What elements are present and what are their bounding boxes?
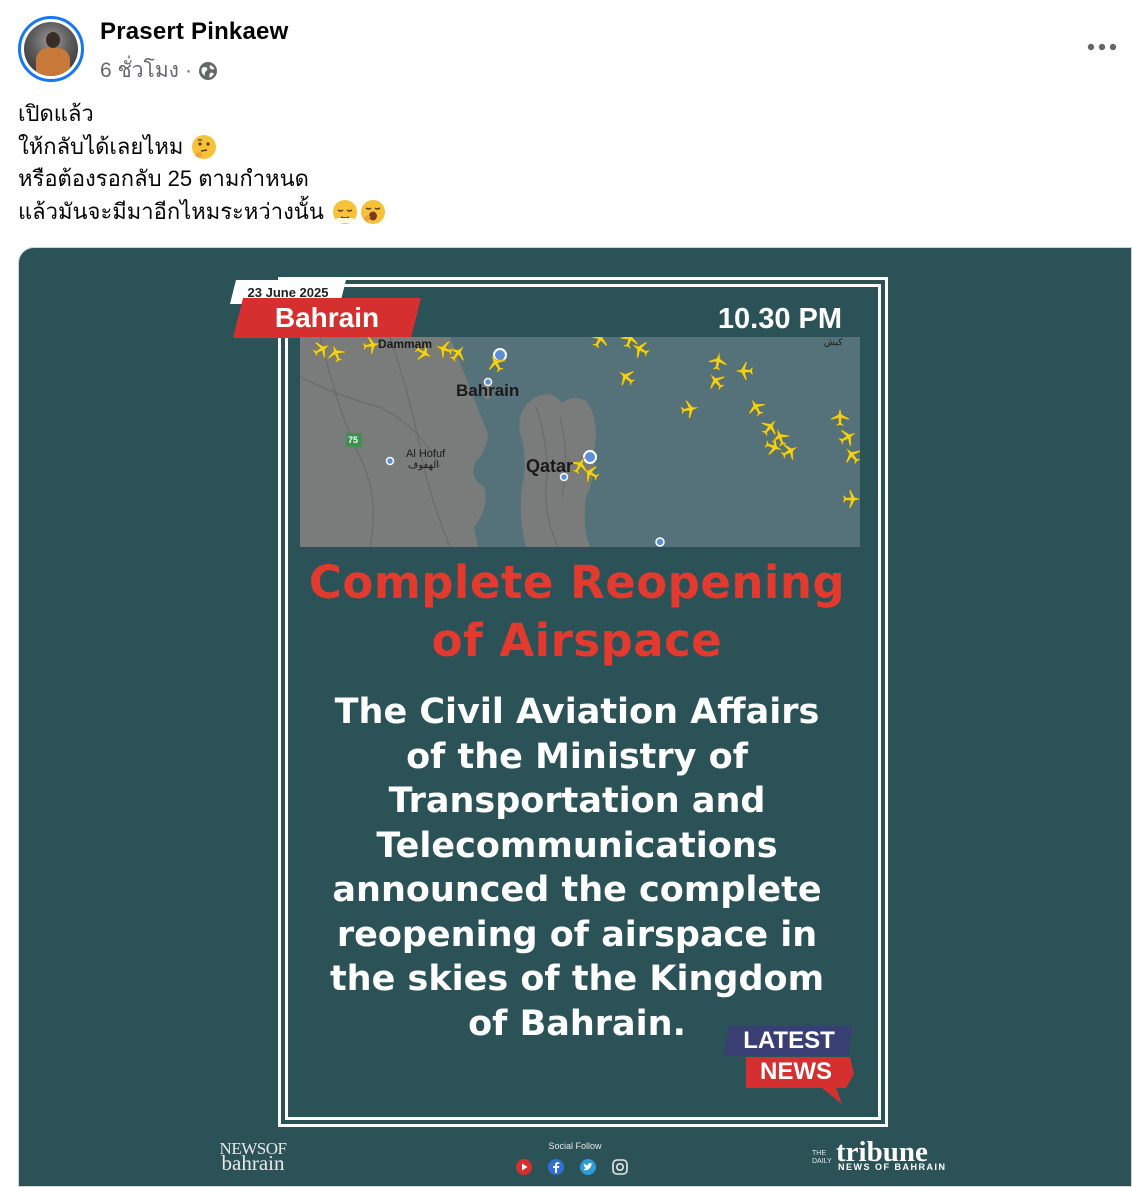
relieved-face-emoji [332,199,357,224]
post-text-line-4: แล้วมันจะมีมาอีกไหมระหว่างนั้น [18,198,324,224]
post-text-line: หรือต้องรอกลับ 25 ตามกำหนด [18,163,386,196]
flight-tracker-map: Dammam Bahrain Al Hofuf الهفوف Qatar 75 … [300,337,860,547]
headline-line-1: Complete Reopening [308,556,846,609]
map-label-al-hofuf-arabic: الهفوف [408,460,440,471]
map-label-bahrain: Bahrain [456,381,520,400]
announcement-line: Telecommunications [376,825,778,866]
post-text-line-1: เปิดแล้ว [18,101,94,126]
news-of-bahrain-logo: NEWSOF bahrain [208,1140,298,1175]
facebook-icon [547,1158,565,1176]
post-meta: 6 ชั่วโมง · [100,54,218,87]
map-label-corner: كيش [824,337,843,347]
location-label: Bahrain [274,302,380,333]
announcement-line: announced the complete [332,870,822,910]
post-text-line: แล้วมันจะมีมาอีกไหมระหว่างนั้น [18,196,386,229]
youtube-icon [515,1158,533,1176]
latest-news-top: LATEST [743,1027,835,1054]
announcement-line: of the Ministry of [406,736,748,777]
profile-photo [24,22,78,76]
announcement-text: The Civil Aviation Affairs of the Minist… [288,690,866,1046]
author-name[interactable]: Prasert Pinkaew [100,18,288,46]
map-label-qatar: Qatar [526,456,574,476]
globe-icon[interactable] [198,61,218,81]
headline-line-2: of Airspace [431,614,723,667]
time-label: 10.30 PM [717,303,843,335]
more-options-icon [1087,43,1117,51]
avatar-head [46,32,60,48]
twitter-icon [579,1158,597,1176]
announcement-line: Transportation and [388,781,766,821]
road-shield-label: 75 [348,435,359,445]
avatar[interactable] [18,16,84,82]
post-text-line-2: ให้กลับได้เลยไหม [18,133,184,159]
post-text-line-3: หรือต้องรอกลับ 25 ตามกำหนด [18,166,309,191]
tribune-logo-small: THE DAILY [812,1150,832,1165]
more-options-button[interactable] [1084,32,1120,62]
announcement-line: reopening of airspace in [336,914,818,955]
post-text: เปิดแล้ว ให้กลับได้เลยไหม หรือต้องรอกลับ… [18,98,386,228]
announcement-line: The Civil Aviation Affairs [334,692,820,732]
instagram-icon [611,1158,629,1176]
post-timestamp[interactable]: 6 ชั่วโมง [100,54,179,87]
latest-news-bottom: NEWS [760,1058,832,1085]
plane-icons [309,337,860,509]
social-icons [515,1158,629,1176]
map-label-dammam: Dammam [378,337,433,351]
announcement-line: the skies of the Kingdom [329,959,825,999]
yawning-face-emoji [360,199,385,224]
headline: Complete Reopening of Airspace [278,554,876,670]
thinking-face-emoji [192,134,217,159]
post-text-line: เปิดแล้ว [18,98,386,131]
map-label-al-hofuf: Al Hofuf [406,448,446,460]
avatar-shirt [36,48,70,76]
logo-line-2: bahrain [221,1151,285,1175]
social-follow-label: Social Follow [548,1141,602,1151]
meta-separator: · [184,58,192,82]
tribune-logo-subtitle: NEWS OF BAHRAIN [838,1162,947,1172]
post-text-line: ให้กลับได้เลยไหม [18,131,386,164]
